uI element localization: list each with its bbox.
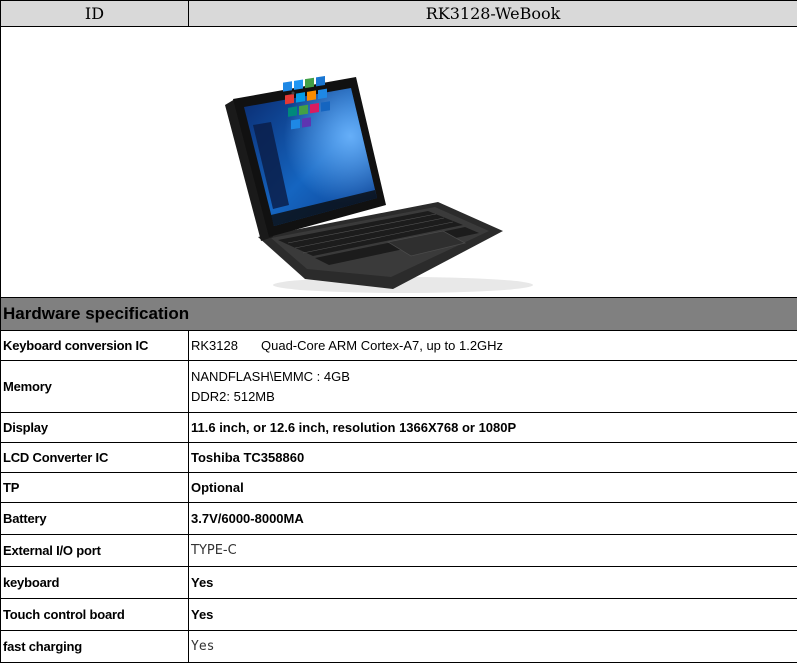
- spec-row-io: External I/O port TYPE-C: [0, 534, 797, 567]
- spec-label: Memory: [0, 360, 189, 413]
- spec-label: External I/O port: [0, 534, 189, 567]
- image-row: [0, 26, 797, 298]
- product-image: [3, 28, 797, 297]
- spec-table: ID RK3128-WeBook Hardware specification …: [0, 0, 797, 663]
- spec-label: Display: [0, 412, 189, 443]
- spec-label: Keyboard conversion IC: [0, 330, 189, 361]
- spec-value: Toshiba TC358860: [188, 442, 797, 473]
- memory-line-2: DDR2: 512MB: [191, 388, 275, 404]
- spec-row-keyboard-ic: Keyboard conversion IC RK3128 Quad-Core A…: [0, 330, 797, 361]
- spec-value: Yes: [188, 598, 797, 631]
- spec-row-tp: TP Optional: [0, 472, 797, 503]
- memory-line-1: NANDFLASH\EMMC : 4GB: [191, 368, 350, 384]
- spec-value: RK3128 Quad-Core ARM Cortex-A7, up to 1.2…: [188, 330, 797, 361]
- spec-value: 11.6 inch, or 12.6 inch, resolution 1366…: [188, 412, 797, 443]
- tablet-laptop-icon: [225, 76, 533, 293]
- section-title: Hardware specification: [0, 297, 797, 331]
- spec-label: fast charging: [0, 630, 189, 663]
- spec-row-display: Display 11.6 inch, or 12.6 inch, resolut…: [0, 412, 797, 443]
- product-image-cell: [0, 26, 797, 298]
- spec-value: NANDFLASH\EMMC : 4GB DDR2: 512MB: [188, 360, 797, 413]
- spec-row-touch: Touch control board Yes: [0, 598, 797, 631]
- header-row: ID RK3128-WeBook: [0, 0, 797, 27]
- model-name: RK3128-WeBook: [188, 0, 797, 27]
- spec-row-keyboard: keyboard Yes: [0, 566, 797, 599]
- id-label: ID: [0, 0, 189, 27]
- spec-value: Yes: [188, 630, 797, 663]
- spec-label: Battery: [0, 502, 189, 535]
- spec-row-memory: Memory NANDFLASH\EMMC : 4GB DDR2: 512MB: [0, 360, 797, 413]
- spec-label: TP: [0, 472, 189, 503]
- section-header-row: Hardware specification: [0, 297, 797, 331]
- spec-value: Yes: [188, 566, 797, 599]
- spec-label: keyboard: [0, 566, 189, 599]
- spec-value: 3.7V/6000-8000MA: [188, 502, 797, 535]
- spec-value: Optional: [188, 472, 797, 503]
- chip-name: RK3128: [191, 338, 238, 353]
- spec-row-fast-charging: fast charging Yes: [0, 630, 797, 663]
- spec-label: Touch control board: [0, 598, 189, 631]
- spec-row-battery: Battery 3.7V/6000-8000MA: [0, 502, 797, 535]
- spec-row-lcd: LCD Converter IC Toshiba TC358860: [0, 442, 797, 473]
- spec-label: LCD Converter IC: [0, 442, 189, 473]
- chip-detail: Quad-Core ARM Cortex-A7, up to 1.2GHz: [261, 338, 504, 353]
- spec-value: TYPE-C: [188, 534, 797, 567]
